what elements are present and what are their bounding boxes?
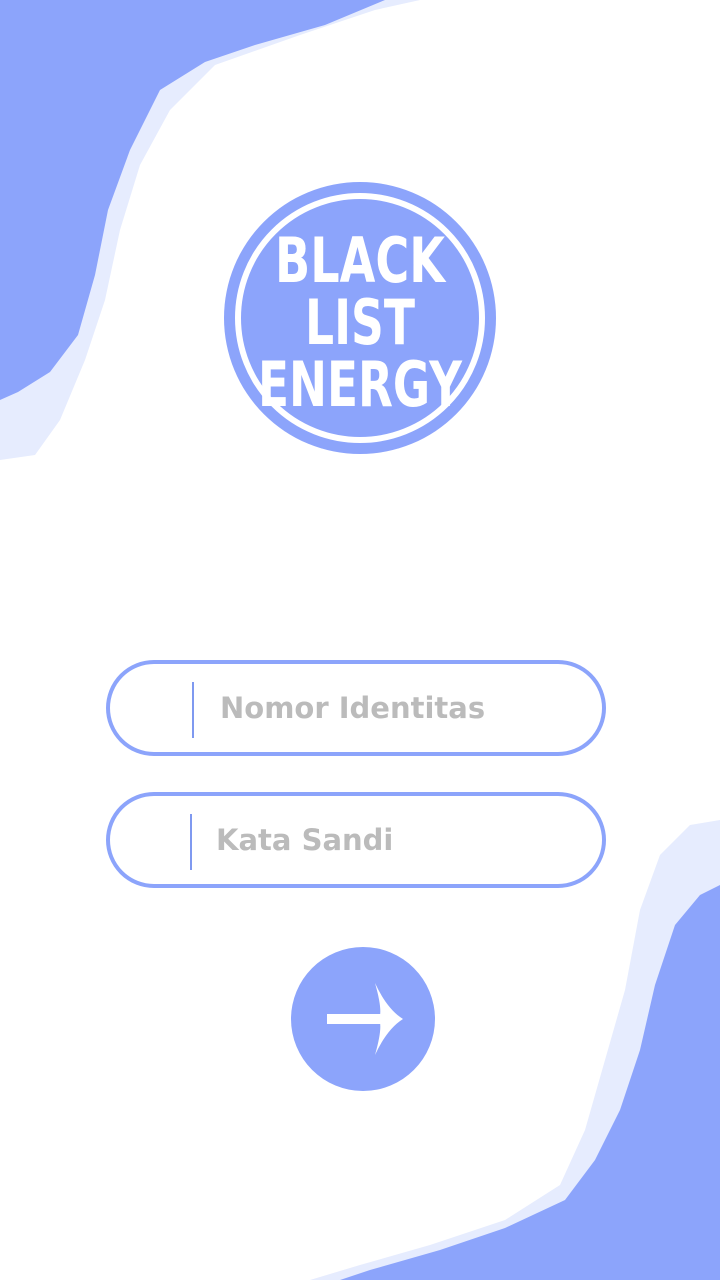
black-list-energy-logo: BLACK LIST ENERGY: [224, 182, 496, 454]
password-input[interactable]: [216, 796, 590, 884]
identity-number-input[interactable]: [220, 664, 590, 752]
identity-number-field[interactable]: [106, 660, 606, 756]
identity-field-divider: [192, 682, 194, 738]
login-screen: BLACK LIST ENERGY: [0, 0, 720, 1280]
login-submit-button[interactable]: [291, 947, 435, 1091]
arrow-right-icon: [327, 983, 403, 1055]
password-field-divider: [190, 814, 192, 870]
logo-line-3: ENERGY: [258, 348, 463, 421]
password-field[interactable]: [106, 792, 606, 888]
